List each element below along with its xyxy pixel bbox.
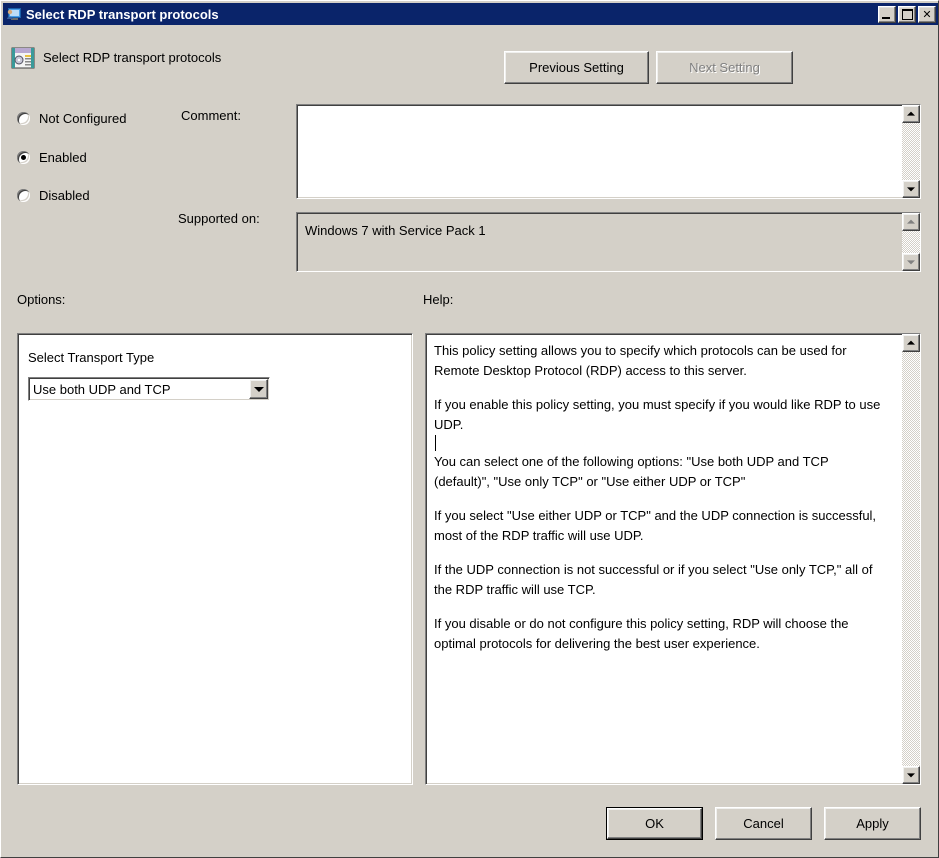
- arrow-up-icon: [907, 340, 915, 345]
- next-setting-label: Next Setting: [689, 60, 760, 75]
- help-paragraph: You can select one of the following opti…: [434, 454, 829, 489]
- next-setting-button: Next Setting: [656, 51, 793, 84]
- transport-type-value: Use both UDP and TCP: [33, 381, 171, 397]
- chevron-down-icon[interactable]: [249, 379, 268, 399]
- transport-type-dropdown[interactable]: Use both UDP and TCP: [28, 377, 270, 401]
- radio-not-configured[interactable]: Not Configured: [17, 111, 126, 126]
- help-paragraph: If you enable this policy setting, you m…: [434, 395, 886, 451]
- close-button[interactable]: ✕: [918, 5, 936, 23]
- apply-button[interactable]: Apply: [824, 807, 921, 840]
- page-title: Select RDP transport protocols: [43, 50, 222, 65]
- arrow-down-icon: [907, 773, 915, 778]
- arrow-down-icon: [907, 260, 915, 265]
- radio-disabled-label: Disabled: [39, 188, 90, 203]
- text-caret: [435, 435, 436, 451]
- ok-button[interactable]: OK: [606, 807, 703, 840]
- help-scrollbar[interactable]: [902, 334, 920, 784]
- help-panel: This policy setting allows you to specif…: [425, 333, 921, 785]
- minimize-button[interactable]: [878, 5, 896, 23]
- ok-label: OK: [645, 816, 664, 831]
- comment-input[interactable]: [296, 104, 921, 199]
- supported-on-scroll-up-button[interactable]: [902, 213, 920, 231]
- arrow-down-icon: [907, 187, 915, 192]
- cancel-button[interactable]: Cancel: [715, 807, 812, 840]
- policy-setting-icon: [11, 47, 35, 69]
- close-icon: ✕: [922, 7, 932, 21]
- radio-enabled-mark: [17, 151, 30, 164]
- help-scroll-down-button[interactable]: [902, 766, 920, 784]
- maximize-button[interactable]: [898, 5, 916, 23]
- help-label: Help:: [423, 292, 454, 307]
- cancel-label: Cancel: [743, 816, 784, 831]
- window-title: Select RDP transport protocols: [26, 6, 219, 22]
- help-paragraph: If you disable or do not configure this …: [434, 616, 849, 651]
- supported-on-scrollbar[interactable]: [902, 213, 920, 271]
- supported-on-label: Supported on:: [178, 211, 260, 226]
- radio-disabled[interactable]: Disabled: [17, 188, 90, 203]
- previous-setting-button[interactable]: Previous Setting: [504, 51, 649, 84]
- options-label: Options:: [17, 292, 66, 307]
- help-scroll-up-button[interactable]: [902, 334, 920, 352]
- help-paragraph: This policy setting allows you to specif…: [434, 343, 847, 378]
- supported-on-field: Windows 7 with Service Pack 1: [296, 212, 921, 272]
- comment-scroll-down-button[interactable]: [902, 180, 920, 198]
- window-controls: ✕: [878, 5, 936, 23]
- remote-desktop-icon: [6, 6, 22, 22]
- help-text: This policy setting allows you to specif…: [434, 341, 886, 653]
- comment-scrollbar[interactable]: [902, 105, 920, 198]
- previous-setting-label: Previous Setting: [529, 60, 624, 75]
- radio-enabled[interactable]: Enabled: [17, 150, 87, 165]
- help-paragraph: If the UDP connection is not successful …: [434, 562, 873, 597]
- title-bar: Select RDP transport protocols ✕: [3, 3, 938, 25]
- comment-scroll-up-button[interactable]: [902, 105, 920, 123]
- options-panel: Select Transport Type Use both UDP and T…: [17, 333, 413, 785]
- transport-type-label: Select Transport Type: [28, 350, 155, 365]
- radio-enabled-label: Enabled: [39, 150, 87, 165]
- help-paragraph: If you select "Use either UDP or TCP" an…: [434, 508, 877, 543]
- apply-label: Apply: [856, 816, 889, 831]
- radio-not-configured-mark: [17, 112, 30, 125]
- comment-label: Comment:: [181, 108, 241, 123]
- supported-on-value: Windows 7 with Service Pack 1: [305, 223, 486, 238]
- arrow-up-icon: [907, 111, 915, 116]
- radio-disabled-mark: [17, 189, 30, 202]
- select-rdp-transport-protocols-dialog: Select RDP transport protocols ✕ Select …: [0, 0, 939, 858]
- supported-on-scroll-down-button[interactable]: [902, 253, 920, 271]
- arrow-up-icon: [907, 219, 915, 224]
- dialog-header: Select RDP transport protocols: [1, 41, 938, 83]
- radio-not-configured-label: Not Configured: [39, 111, 127, 126]
